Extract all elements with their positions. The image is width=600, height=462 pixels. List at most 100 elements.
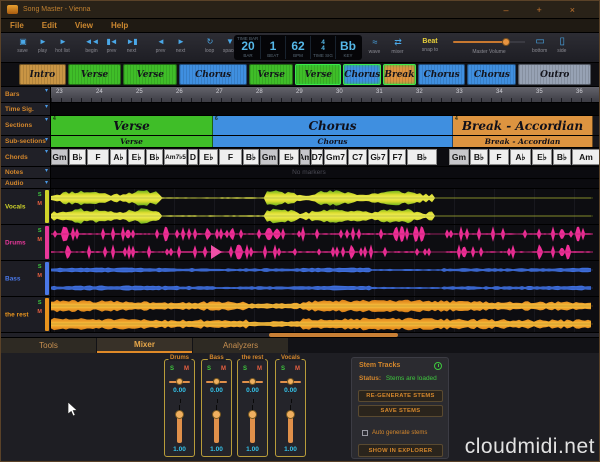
pan-slider[interactable] [280,381,301,383]
chord-cell[interactable]: Gm7 [324,149,347,165]
track-lane-the-rest[interactable] [51,297,599,332]
loop-button[interactable]: ↻loop [202,36,217,54]
mute-button[interactable]: M [221,367,226,372]
chevron-down-icon[interactable]: ▾ [45,87,48,94]
chord-cell[interactable]: C7 [348,149,367,165]
solo-button[interactable]: S [38,265,42,270]
navband-section-chorus[interactable]: Chorus [343,64,381,85]
fader-knob[interactable] [286,410,295,419]
section-chorus[interactable]: Chorus [213,136,453,147]
show-in-explorer-button[interactable]: SHOW IN EXPLORER [358,444,443,457]
menu-file[interactable]: File [10,21,24,30]
chord-cell[interactable]: E♭ [128,149,145,165]
notes-lane[interactable]: No markers [51,167,599,178]
menu-edit[interactable]: Edit [42,21,57,30]
volume-fader[interactable] [177,405,182,443]
save-stems-button[interactable]: SAVE STEMS [358,405,443,417]
chevron-down-icon[interactable]: ▾ [45,179,48,186]
scrollbar-thumb[interactable] [269,333,398,337]
chords-row-label[interactable]: Chords ▾ [1,148,51,166]
chevron-down-icon[interactable]: ▾ [45,167,48,174]
mixer-view-button[interactable]: ⇄mixer [390,37,405,55]
pan-knob[interactable] [176,378,183,385]
bottom-panel-button[interactable]: ▭bottom [532,36,547,54]
chord-cell[interactable]: Gm [449,149,469,165]
navband-section-verse[interactable]: Verse [123,64,177,85]
section-verse[interactable]: Verse [51,136,213,147]
wave-view-button[interactable]: ≈wave [367,37,382,55]
chevron-down-icon[interactable]: ▾ [45,136,48,143]
mute-button[interactable]: M [257,367,262,372]
solo-button[interactable]: S [38,301,42,306]
maximize-button[interactable]: + [536,5,541,15]
chord-cell[interactable]: B♭ [146,149,163,165]
chord-cell[interactable]: E♭ [199,149,218,165]
section-chorus[interactable]: 6Chorus [213,116,453,135]
fader-knob[interactable] [175,410,184,419]
navband-section-break-accordian[interactable]: Break - Accordian [383,64,416,85]
chord-cell[interactable]: Gm [260,149,278,165]
pan-slider[interactable] [242,381,263,383]
fader-knob[interactable] [248,410,257,419]
chevron-down-icon[interactable]: ▾ [45,116,48,123]
track-label-the-rest[interactable]: the restSM [1,297,51,332]
chord-cell[interactable]: Am [300,149,310,165]
mute-button[interactable]: M [295,367,300,372]
mute-button[interactable]: M [184,367,189,372]
volume-fader[interactable] [288,405,293,443]
audio-header-label[interactable]: Audio ▾ [1,179,51,188]
track-label-bass[interactable]: BassSM [1,261,51,296]
navband-section-verse[interactable]: Verse [68,64,122,85]
chord-cell[interactable]: Am7♭5 [164,149,187,165]
chord-cell[interactable]: F7 [389,149,406,165]
pan-slider[interactable] [169,381,190,383]
hot-list-button[interactable]: ►hot list [55,36,70,54]
master-volume-slider[interactable] [453,41,525,43]
solo-button[interactable]: S [281,367,285,372]
solo-button[interactable]: S [38,229,42,234]
chord-cell[interactable]: E♭ [279,149,299,165]
timeline-scrollbar[interactable] [1,333,599,338]
section-verse[interactable]: 4Verse [51,116,213,135]
next-section-button[interactable]: ►next [173,36,188,54]
navband-section-intro[interactable]: Intro [19,64,66,85]
bars-ruler[interactable]: 2324252627282930313233343536 [51,87,599,102]
minimize-button[interactable]: – [503,5,508,15]
notes-row-label[interactable]: Notes ▾ [1,167,51,178]
chord-cell[interactable]: B♭ [407,149,437,165]
pan-knob[interactable] [249,378,256,385]
play-button[interactable]: ►play [35,36,50,54]
chord-cell[interactable]: Gm [51,149,68,165]
regenerate-stems-button[interactable]: RE-GENERATE STEMS [358,390,443,402]
navband-section-chorus[interactable]: Chorus [179,64,247,85]
chord-cell[interactable]: B♭ [470,149,488,165]
chord-cell[interactable]: B♭ [243,149,259,165]
volume-fader[interactable] [214,405,219,443]
prev-bar-button[interactable]: ▮◄prev [104,36,119,54]
solo-button[interactable]: S [243,367,247,372]
power-icon[interactable] [434,362,442,370]
auto-generate-checkbox[interactable] [362,430,368,436]
track-label-drums[interactable]: DrumsSM [1,225,51,260]
track-label-vocals[interactable]: VocalsSM [1,189,51,224]
side-panel-button[interactable]: ▯side [554,36,569,54]
tab-mixer[interactable]: Mixer [97,338,192,353]
navband-section-chorus[interactable]: Chorus [467,64,516,85]
track-lane-bass[interactable] [51,261,599,296]
track-lane-vocals[interactable] [51,189,599,224]
chord-cell[interactable]: D7 [311,149,323,165]
menu-help[interactable]: Help [111,21,128,30]
section-break-accordian[interactable]: 4Break - Accordian [453,116,593,135]
timesig-row-label[interactable]: Time Sig. ▾ [1,103,51,115]
chord-cell[interactable]: Am [572,149,599,165]
prev-section-button[interactable]: ◄prev [153,36,168,54]
chord-cell[interactable]: B♭ [69,149,86,165]
chord-cell[interactable]: A♭ [110,149,127,165]
chord-cell[interactable]: F [219,149,242,165]
save-button[interactable]: ▣save [15,36,30,54]
volume-fader[interactable] [250,405,255,443]
volume-knob[interactable] [502,38,510,46]
tab-analyzers[interactable]: Analyzers [193,338,288,353]
mute-button[interactable]: M [37,274,42,279]
section-break-accordian[interactable]: Break - Accordian [453,136,593,147]
